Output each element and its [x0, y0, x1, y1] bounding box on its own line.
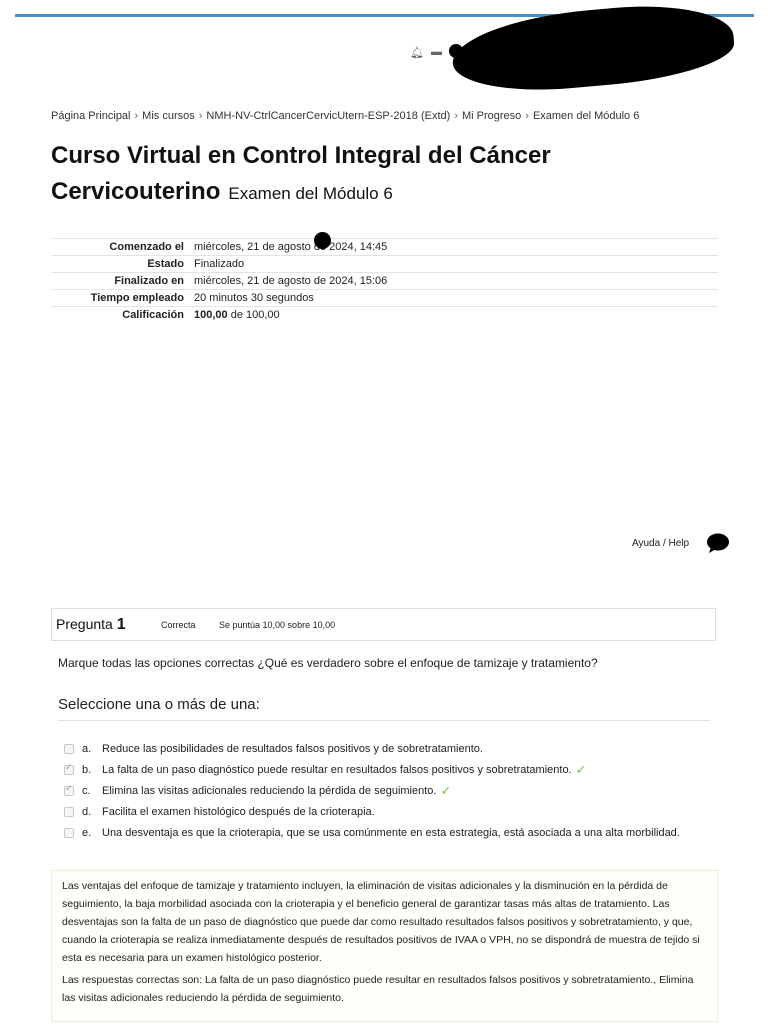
- breadcrumb-my-courses[interactable]: Mis cursos: [142, 110, 195, 122]
- chat-icon[interactable]: ▬: [431, 46, 442, 58]
- divider: [58, 720, 710, 721]
- question-state: Correcta: [161, 620, 196, 630]
- chevron-right-icon: ›: [134, 110, 139, 122]
- summary-label: Calificación: [51, 306, 189, 323]
- answer-text: Facilita el examen histológico después d…: [102, 805, 375, 818]
- answer-checkbox[interactable]: [64, 783, 74, 796]
- summary-label: Estado: [51, 255, 189, 273]
- breadcrumb-exam[interactable]: Examen del Módulo 6: [533, 110, 639, 122]
- answer-letter: d.: [82, 805, 92, 818]
- answer-option-e[interactable]: e. Una desventaja es que la crioterapia,…: [64, 822, 724, 843]
- answer-checkbox[interactable]: [64, 827, 74, 838]
- help-link[interactable]: Ayuda / Help: [632, 538, 689, 549]
- question-number-value: 1: [116, 616, 126, 633]
- chevron-right-icon: ›: [198, 110, 203, 122]
- summary-value: 20 minutos 30 segundos: [189, 289, 718, 307]
- answer-text: Una desventaja es que la crioterapia, qu…: [102, 826, 680, 839]
- redaction-mark: [314, 232, 331, 249]
- answer-checkbox[interactable]: [64, 743, 74, 754]
- answer-option-a[interactable]: a. Reduce las posibilidades de resultado…: [64, 738, 724, 759]
- answer-letter: e.: [82, 826, 92, 839]
- answer-text: La falta de un paso diagnóstico puede re…: [102, 763, 572, 776]
- grade-suffix: de 100,00: [230, 309, 280, 321]
- chat-bubble-icon[interactable]: [706, 533, 730, 553]
- correct-check-icon: ✓: [440, 782, 452, 798]
- summary-label: Tiempo empleado: [51, 289, 189, 307]
- summary-row: Finalizado en miércoles, 21 de agosto de…: [51, 272, 718, 290]
- right-answer: Las respuestas correctas son: La falta d…: [62, 974, 694, 1004]
- answer-text: Elimina las visitas adicionales reducien…: [102, 784, 437, 797]
- answer-letter: a.: [82, 742, 92, 755]
- summary-label: Finalizado en: [51, 272, 189, 290]
- general-feedback: Las ventajas del enfoque de tamizaje y t…: [62, 880, 700, 964]
- correct-check-icon: ✓: [575, 761, 587, 777]
- answer-list: a. Reduce las posibilidades de resultado…: [64, 738, 724, 843]
- attempt-summary-table: Comenzado el miércoles, 21 de agosto de …: [51, 238, 718, 323]
- answer-option-c[interactable]: c. Elimina las visitas adicionales reduc…: [64, 780, 724, 801]
- answer-text: Reduce las posibilidades de resultados f…: [102, 742, 483, 755]
- question-grade: Se puntúa 10,00 sobre 10,00: [219, 620, 336, 630]
- answer-letter: b.: [82, 763, 92, 776]
- breadcrumb-progress[interactable]: Mi Progreso: [462, 110, 521, 122]
- question-label: Pregunta: [56, 616, 113, 632]
- summary-label: Comenzado el: [51, 238, 189, 256]
- summary-row: Tiempo empleado 20 minutos 30 segundos: [51, 289, 718, 307]
- answer-letter: c.: [82, 784, 91, 797]
- page-title: Curso Virtual en Control Integral del Cá…: [51, 138, 691, 212]
- answer-option-d[interactable]: d. Facilita el examen histológico despué…: [64, 801, 724, 822]
- feedback-panel: Las ventajas del enfoque de tamizaje y t…: [51, 870, 718, 1022]
- breadcrumb: Página Principal › Mis cursos › NMH-NV-CtrlC…: [51, 110, 639, 122]
- bell-icon[interactable]: 🔔︎: [410, 46, 424, 59]
- question-text: Marque todas las opciones correctas ¿Qué…: [58, 656, 598, 670]
- answer-checkbox[interactable]: [64, 806, 74, 817]
- grade-value: 100,00: [194, 309, 228, 321]
- answer-checkbox[interactable]: [64, 762, 74, 775]
- question-number: Pregunta 1: [56, 616, 126, 634]
- answer-option-b[interactable]: b. La falta de un paso diagnóstico puede…: [64, 759, 724, 780]
- exam-subtitle: Examen del Módulo 6: [228, 184, 393, 203]
- summary-value: miércoles, 21 de agosto de 2024, 15:06: [189, 272, 718, 290]
- summary-row: Estado Finalizado: [51, 255, 718, 273]
- breadcrumb-home[interactable]: Página Principal: [51, 110, 131, 122]
- answer-prompt: Seleccione una o más de una:: [58, 696, 260, 713]
- summary-row: Calificación 100,00 de 100,00: [51, 306, 718, 323]
- question-info: Pregunta 1 Correcta Se puntúa 10,00 sobr…: [51, 608, 716, 641]
- chevron-right-icon: ›: [525, 110, 529, 122]
- summary-value: miércoles, 21 de agosto de 2024, 14:45: [189, 238, 718, 256]
- summary-value: 100,00 de 100,00: [189, 306, 718, 323]
- summary-row: Comenzado el miércoles, 21 de agosto de …: [51, 238, 718, 256]
- breadcrumb-course[interactable]: NMH-NV-CtrlCancerCervicUtern-ESP-2018 (E…: [206, 110, 450, 122]
- chevron-right-icon: ›: [454, 110, 458, 122]
- summary-value: Finalizado: [189, 255, 718, 273]
